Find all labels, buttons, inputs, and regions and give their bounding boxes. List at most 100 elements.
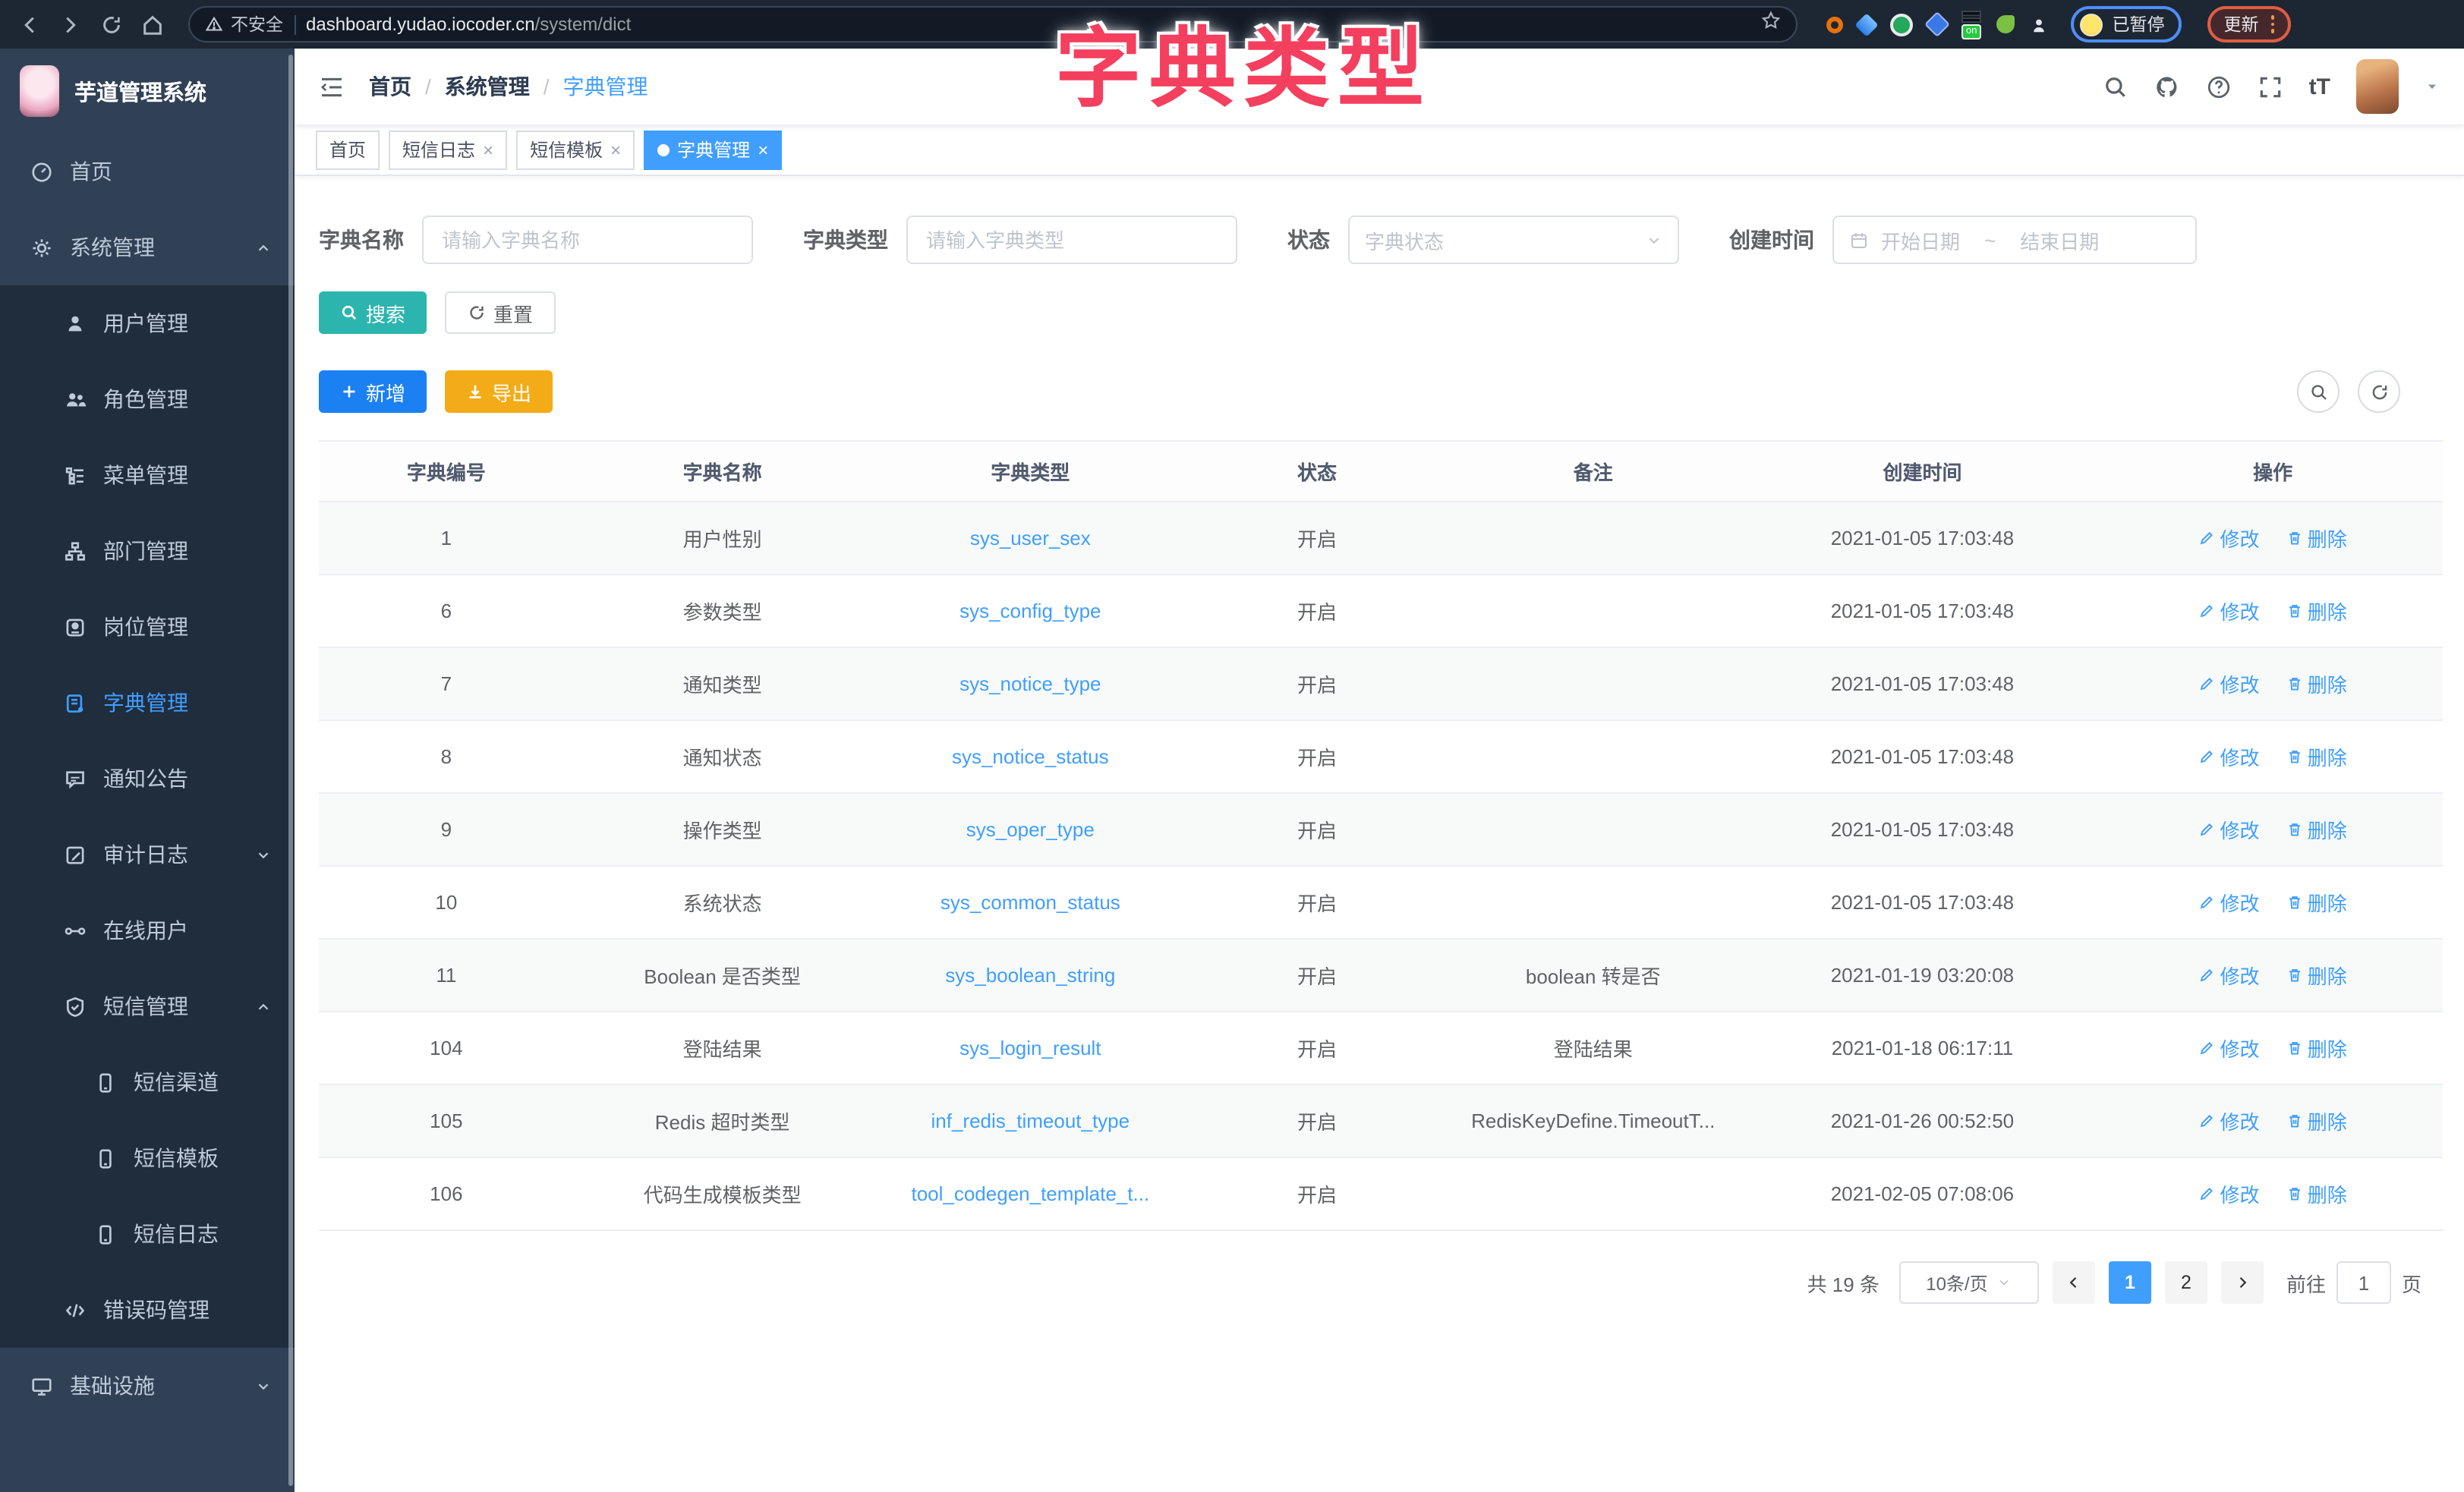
sidebar-item-audit-log[interactable]: 审计日志 [0, 817, 295, 892]
dict-type-input[interactable] [906, 216, 1237, 264]
edit-link[interactable]: 修改 [2198, 1034, 2259, 1062]
bookmark-star-icon[interactable] [1761, 11, 1781, 38]
delete-link[interactable]: 删除 [2286, 669, 2347, 698]
dict-name-input[interactable] [422, 216, 753, 264]
sidebar-item-sms[interactable]: 短信管理 [0, 968, 295, 1044]
extension-icon-4[interactable] [1924, 11, 1950, 37]
browser-menu-icon[interactable] [2270, 16, 2274, 33]
edit-link[interactable]: 修改 [2198, 1179, 2259, 1208]
edit-link[interactable]: 修改 [2198, 1106, 2259, 1135]
dict-type-link[interactable]: sys_notice_status [952, 745, 1109, 768]
browser-update-button[interactable]: 更新 [2207, 6, 2291, 42]
extension-icon-2[interactable] [1854, 12, 1878, 36]
edit-link[interactable]: 修改 [2198, 669, 2259, 698]
table-refresh-button[interactable] [2358, 370, 2400, 413]
dict-type-link[interactable]: sys_notice_type [959, 672, 1101, 695]
goto-page-input[interactable] [2336, 1261, 2391, 1304]
sidebar-item-users[interactable]: 用户管理 [0, 285, 295, 361]
next-page-button[interactable] [2221, 1261, 2264, 1304]
export-button[interactable]: 导出 [445, 370, 553, 413]
reload-icon[interactable] [97, 11, 124, 38]
delete-link[interactable]: 删除 [2286, 1106, 2347, 1135]
home-icon[interactable] [138, 11, 165, 38]
url-bar[interactable]: 不安全 dashboard.yudao.iocoder.cn/system/di… [188, 6, 1798, 42]
sidebar-item-sms-template[interactable]: 短信模板 [0, 1120, 295, 1196]
user-avatar[interactable] [2356, 59, 2399, 114]
extension-icon-1[interactable] [1826, 16, 1843, 33]
github-icon[interactable] [2154, 74, 2180, 99]
edit-link[interactable]: 修改 [2198, 742, 2259, 771]
sidebar-item-dict[interactable]: 字典管理 [0, 665, 295, 741]
search-button[interactable]: 搜索 [319, 291, 427, 334]
tab-home[interactable]: 首页 [316, 130, 380, 169]
extension-icon-6[interactable] [1996, 15, 2015, 33]
sidebar-scrollbar[interactable] [288, 55, 293, 1486]
extension-icon-3[interactable] [1890, 13, 1913, 36]
sidebar-item-menus[interactable]: 菜单管理 [0, 437, 295, 513]
page-button-1[interactable]: 1 [2109, 1261, 2151, 1304]
sidebar-item-online-users[interactable]: 在线用户 [0, 892, 295, 968]
close-icon[interactable]: × [610, 140, 621, 159]
sidebar-item-roles[interactable]: 角色管理 [0, 361, 295, 437]
security-chip[interactable]: 不安全 [205, 12, 283, 36]
page-button-2[interactable]: 2 [2165, 1261, 2207, 1304]
delete-link[interactable]: 删除 [2286, 815, 2347, 844]
sidebar-item-infra[interactable]: 基础设施 [0, 1348, 295, 1424]
delete-link[interactable]: 删除 [2286, 596, 2347, 625]
status-select[interactable]: 字典状态 [1348, 216, 1679, 264]
date-range-picker[interactable]: 开始日期 ~ 结束日期 [1832, 216, 2197, 264]
tab-dict[interactable]: 字典管理× [644, 130, 782, 169]
edit-link[interactable]: 修改 [2198, 888, 2259, 917]
reset-button[interactable]: 重置 [445, 291, 556, 334]
sidebar-item-notice[interactable]: 通知公告 [0, 741, 295, 817]
close-icon[interactable]: × [758, 140, 768, 159]
close-icon[interactable]: × [483, 140, 493, 159]
add-button[interactable]: 新增 [319, 370, 427, 413]
dict-type-link[interactable]: sys_config_type [959, 600, 1101, 622]
fullscreen-icon[interactable] [2258, 74, 2283, 99]
prev-page-button[interactable] [2053, 1261, 2095, 1304]
breadcrumb-home[interactable]: 首页 [369, 71, 411, 102]
dict-type-link[interactable]: sys_common_status [941, 891, 1120, 914]
browser-profile-badge[interactable]: 已暂停 [2071, 6, 2181, 42]
dict-type-link[interactable]: tool_codegen_template_t... [911, 1182, 1149, 1205]
sidebar-item-depts[interactable]: 部门管理 [0, 513, 295, 589]
forward-icon[interactable] [56, 11, 83, 38]
page-size-select[interactable]: 10条/页 [1899, 1261, 2039, 1304]
search-icon[interactable] [2103, 74, 2128, 99]
sidebar-item-home[interactable]: 首页 [0, 134, 295, 209]
delete-link[interactable]: 删除 [2286, 524, 2347, 552]
breadcrumb-system[interactable]: 系统管理 [445, 71, 530, 102]
sidebar-item-posts[interactable]: 岗位管理 [0, 589, 295, 665]
dict-type-link[interactable]: sys_boolean_string [945, 964, 1115, 987]
font-size-icon[interactable]: tT [2309, 74, 2330, 99]
edit-link[interactable]: 修改 [2198, 961, 2259, 990]
back-icon[interactable] [15, 11, 43, 38]
sidebar-item-sms-log[interactable]: 短信日志 [0, 1196, 295, 1272]
extension-icon-5[interactable]: on [1961, 10, 1981, 39]
tab-sms-template[interactable]: 短信模板× [516, 130, 635, 169]
dict-type-link[interactable]: sys_login_result [959, 1037, 1101, 1059]
edit-link[interactable]: 修改 [2198, 815, 2259, 844]
sidebar-item-system[interactable]: 系统管理 [0, 209, 295, 285]
menu-fold-icon[interactable] [319, 74, 345, 99]
dict-type-link[interactable]: sys_oper_type [966, 818, 1095, 841]
logo[interactable]: 芋道管理系统 [0, 49, 295, 134]
table-search-button[interactable] [2297, 370, 2340, 413]
dict-type-link[interactable]: inf_redis_timeout_type [931, 1110, 1130, 1132]
delete-link[interactable]: 删除 [2286, 742, 2347, 771]
sidebar-item-sms-channel[interactable]: 短信渠道 [0, 1044, 295, 1120]
breadcrumb-dict[interactable]: 字典管理 [563, 71, 648, 102]
delete-link[interactable]: 删除 [2286, 961, 2347, 990]
edit-link[interactable]: 修改 [2198, 524, 2259, 552]
edit-link[interactable]: 修改 [2198, 596, 2259, 625]
tab-sms-log[interactable]: 短信日志× [389, 130, 507, 169]
dict-type-link[interactable]: sys_user_sex [970, 527, 1091, 549]
delete-link[interactable]: 删除 [2286, 1179, 2347, 1208]
delete-link[interactable]: 删除 [2286, 1034, 2347, 1062]
caret-down-icon[interactable] [2425, 79, 2440, 94]
delete-link[interactable]: 删除 [2286, 888, 2347, 917]
help-icon[interactable] [2206, 74, 2232, 99]
sidebar-item-error-code[interactable]: 错误码管理 [0, 1272, 295, 1348]
extension-icon-7[interactable] [2030, 15, 2048, 33]
